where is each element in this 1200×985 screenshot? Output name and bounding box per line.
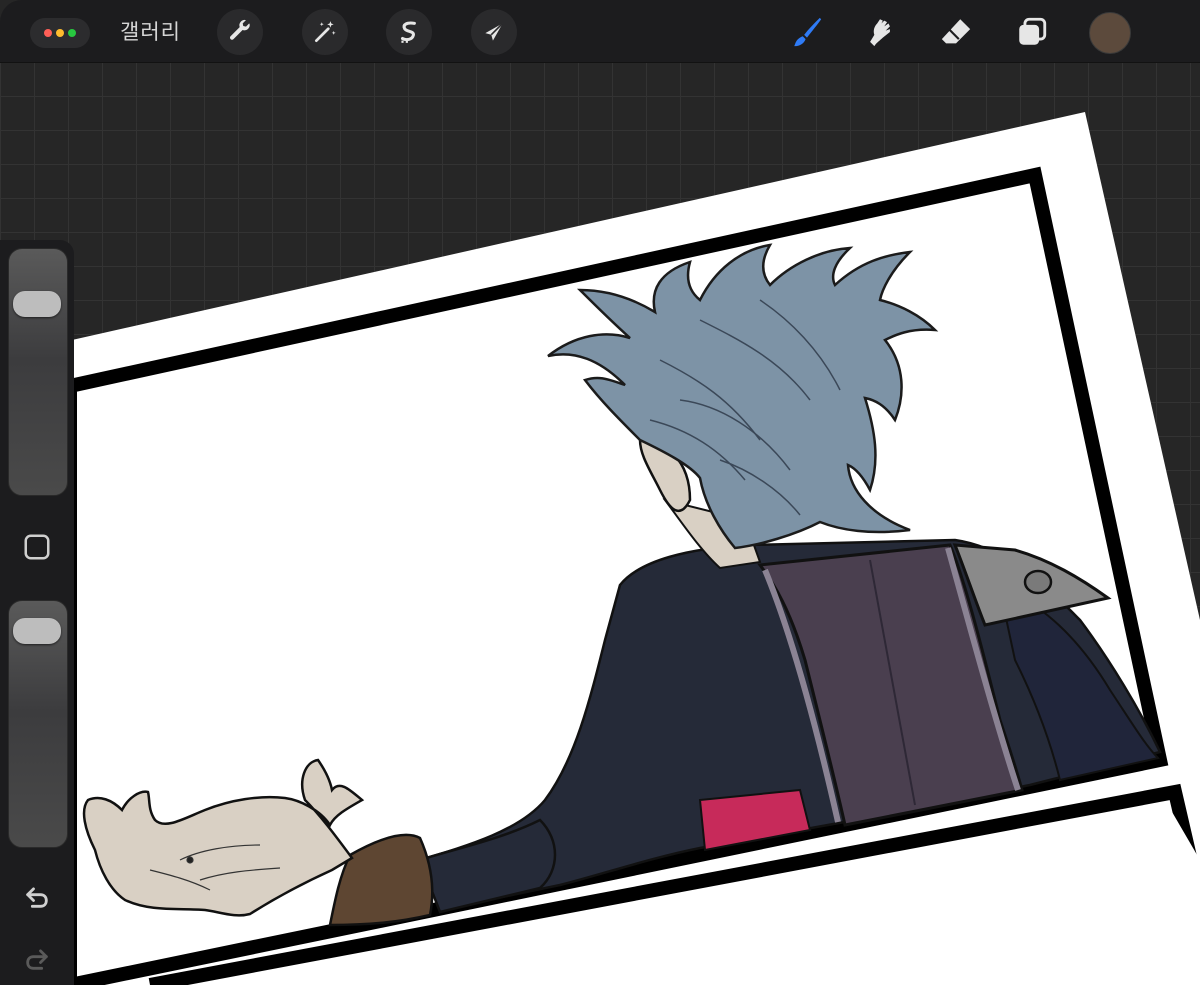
opacity-slider[interactable]	[8, 600, 68, 848]
undo-button[interactable]	[18, 878, 56, 916]
magic-wand-icon	[314, 21, 336, 43]
left-sidebar	[0, 240, 74, 985]
redo-button[interactable]	[18, 940, 56, 978]
arrow-cursor-icon	[485, 22, 504, 41]
selection-button[interactable]	[386, 9, 432, 55]
menu-dot-green	[68, 29, 76, 37]
layers-button[interactable]	[1011, 11, 1053, 53]
undo-arrow-icon	[26, 887, 48, 908]
actions-button[interactable]	[217, 9, 263, 55]
smudge-icon	[870, 19, 890, 47]
wrench-icon	[229, 19, 250, 40]
brush-icon	[794, 17, 822, 47]
selection-s-icon	[400, 21, 416, 43]
modify-button[interactable]	[21, 531, 53, 563]
paint-tool-button[interactable]	[786, 11, 828, 53]
menu-dot-yellow	[56, 29, 64, 37]
character-shoulder-rivet	[1023, 569, 1053, 595]
square-icon	[24, 534, 50, 560]
adjustments-button[interactable]	[302, 9, 348, 55]
redo-arrow-icon	[26, 949, 48, 970]
eraser-icon	[941, 19, 971, 44]
gallery-button[interactable]: 갤러리	[120, 16, 181, 46]
opacity-knob[interactable]	[13, 617, 61, 644]
transform-button[interactable]	[471, 9, 517, 55]
brush-size-slider[interactable]	[8, 248, 68, 496]
brush-size-knob[interactable]	[13, 291, 61, 318]
layers-icon	[1019, 17, 1047, 45]
erase-tool-button[interactable]	[935, 11, 977, 53]
procreate-app: 갤러리	[0, 0, 1200, 985]
window-menu-button[interactable]	[30, 18, 90, 48]
artwork-canvas[interactable]	[0, 62, 1200, 985]
menu-dot-red	[44, 29, 52, 37]
top-toolbar: 갤러리	[0, 0, 1200, 63]
color-picker-button[interactable]	[1089, 12, 1131, 54]
smudge-tool-button[interactable]	[859, 11, 901, 53]
